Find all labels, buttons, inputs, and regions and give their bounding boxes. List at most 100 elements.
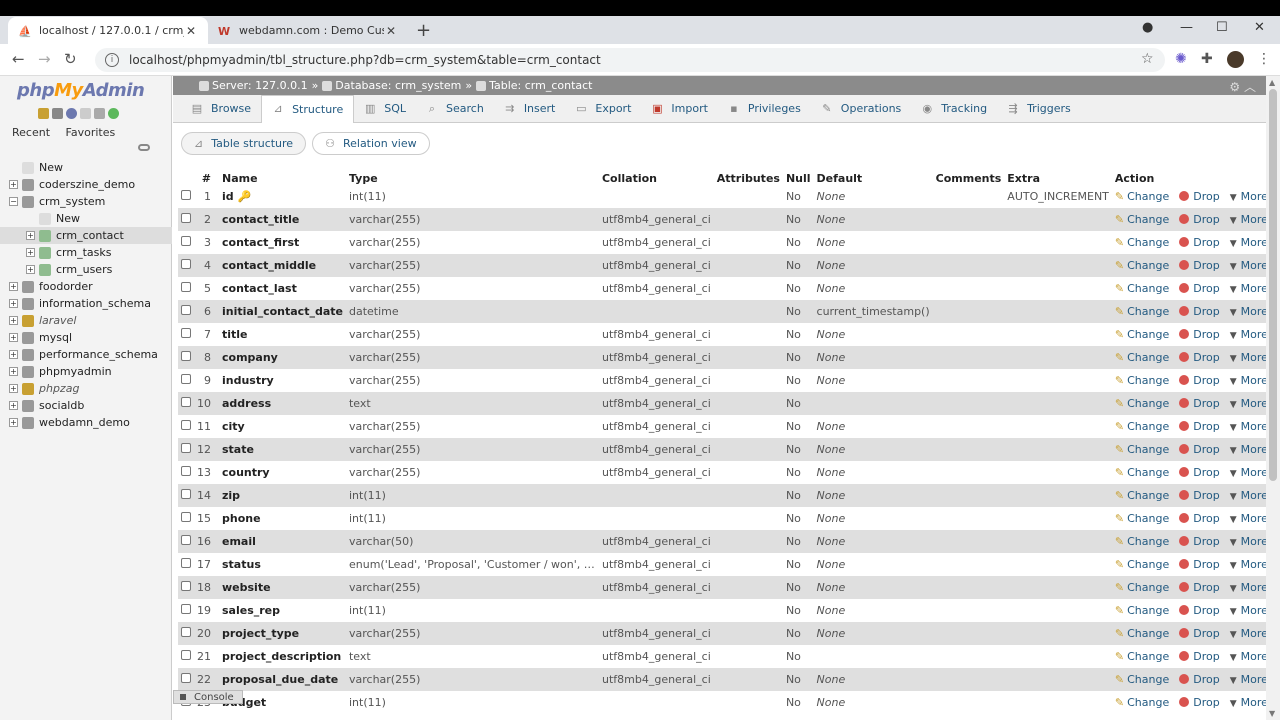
row-checkbox[interactable] <box>181 236 191 246</box>
url-field[interactable]: i localhost/phpmyadmin/tbl_structure.php… <box>95 48 1165 72</box>
more-dropdown[interactable]: ▼ More <box>1230 512 1268 525</box>
drop-link[interactable]: Drop <box>1179 328 1220 341</box>
row-checkbox[interactable] <box>181 466 191 476</box>
tree-item-db[interactable]: + socialdb <box>0 397 172 414</box>
tree-item-db[interactable]: + phpzag <box>0 380 172 397</box>
change-link[interactable]: ✎ Change <box>1115 535 1169 548</box>
tab-import[interactable]: ▣ Import <box>641 95 718 123</box>
link-icon[interactable] <box>138 144 150 151</box>
drop-link[interactable]: Drop <box>1179 558 1220 571</box>
change-link[interactable]: ✎ Change <box>1115 397 1169 410</box>
drop-link[interactable]: Drop <box>1179 673 1220 686</box>
tab-privileges[interactable]: ▪ Privileges <box>718 95 811 123</box>
tree-item-db[interactable]: + performance_schema <box>0 346 172 363</box>
tab-operations[interactable]: ✎ Operations <box>811 95 911 123</box>
tree-item-table-selected[interactable]: + crm_contact <box>0 227 172 244</box>
change-link[interactable]: ✎ Change <box>1115 236 1169 249</box>
drop-link[interactable]: Drop <box>1179 190 1220 203</box>
row-checkbox[interactable] <box>181 213 191 223</box>
more-dropdown[interactable]: ▼ More <box>1230 604 1268 617</box>
row-checkbox[interactable] <box>181 397 191 407</box>
more-dropdown[interactable]: ▼ More <box>1230 374 1268 387</box>
more-dropdown[interactable]: ▼ More <box>1230 466 1268 479</box>
tree-item-db[interactable]: + mysql <box>0 329 172 346</box>
tab-triggers[interactable]: ⇶ Triggers <box>997 95 1081 123</box>
change-link[interactable]: ✎ Change <box>1115 604 1169 617</box>
drop-link[interactable]: Drop <box>1179 259 1220 272</box>
drop-link[interactable]: Drop <box>1179 443 1220 456</box>
row-checkbox[interactable] <box>181 489 191 499</box>
more-dropdown[interactable]: ▼ More <box>1230 420 1268 433</box>
forward-icon[interactable]: → <box>38 50 51 68</box>
drop-link[interactable]: Drop <box>1179 374 1220 387</box>
drop-link[interactable]: Drop <box>1179 512 1220 525</box>
change-link[interactable]: ✎ Change <box>1115 627 1169 640</box>
more-dropdown[interactable]: ▼ More <box>1230 397 1268 410</box>
tree-item-db[interactable]: + webdamn_demo <box>0 414 172 431</box>
change-link[interactable]: ✎ Change <box>1115 466 1169 479</box>
drop-link[interactable]: Drop <box>1179 397 1220 410</box>
row-checkbox[interactable] <box>181 604 191 614</box>
tab-browse[interactable]: ▤ Browse <box>181 95 261 123</box>
row-checkbox[interactable] <box>181 190 191 200</box>
reload-icon[interactable]: ↻ <box>64 50 77 68</box>
drop-link[interactable]: Drop <box>1179 535 1220 548</box>
row-checkbox[interactable] <box>181 627 191 637</box>
row-checkbox[interactable] <box>181 558 191 568</box>
change-link[interactable]: ✎ Change <box>1115 443 1169 456</box>
scroll-up-icon[interactable]: ▲ <box>1269 78 1275 87</box>
expand-icon[interactable]: + <box>26 231 35 240</box>
expand-icon[interactable]: + <box>9 333 18 342</box>
settings-collapse-icons[interactable]: ⚙ ︿ <box>1229 78 1256 95</box>
more-dropdown[interactable]: ▼ More <box>1230 489 1268 502</box>
drop-link[interactable]: Drop <box>1179 351 1220 364</box>
drop-link[interactable]: Drop <box>1179 627 1220 640</box>
row-checkbox[interactable] <box>181 443 191 453</box>
drop-link[interactable]: Drop <box>1179 696 1220 709</box>
row-checkbox[interactable] <box>181 673 191 683</box>
close-tab-icon[interactable]: ✕ <box>184 24 198 38</box>
drop-link[interactable]: Drop <box>1179 236 1220 249</box>
drop-link[interactable]: Drop <box>1179 282 1220 295</box>
tree-item-db[interactable]: + information_schema <box>0 295 172 312</box>
avatar[interactable] <box>1227 51 1244 68</box>
row-checkbox[interactable] <box>181 351 191 361</box>
change-link[interactable]: ✎ Change <box>1115 213 1169 226</box>
tree-item-db[interactable]: + phpmyadmin <box>0 363 172 380</box>
row-checkbox[interactable] <box>181 420 191 430</box>
docs-icon[interactable] <box>80 108 91 119</box>
more-dropdown[interactable]: ▼ More <box>1230 696 1268 709</box>
row-checkbox[interactable] <box>181 650 191 660</box>
change-link[interactable]: ✎ Change <box>1115 650 1169 663</box>
more-dropdown[interactable]: ▼ More <box>1230 190 1268 203</box>
logout-icon[interactable] <box>52 108 63 119</box>
change-link[interactable]: ✎ Change <box>1115 420 1169 433</box>
change-link[interactable]: ✎ Change <box>1115 190 1169 203</box>
change-link[interactable]: ✎ Change <box>1115 673 1169 686</box>
row-checkbox[interactable] <box>181 374 191 384</box>
drop-link[interactable]: Drop <box>1179 213 1220 226</box>
row-checkbox[interactable] <box>181 581 191 591</box>
tab-sql[interactable]: ▥ SQL <box>354 95 416 123</box>
change-link[interactable]: ✎ Change <box>1115 351 1169 364</box>
info-icon[interactable]: i <box>105 53 119 67</box>
change-link[interactable]: ✎ Change <box>1115 305 1169 318</box>
expand-icon[interactable]: + <box>9 384 18 393</box>
tree-item-db[interactable]: + laravel <box>0 312 172 329</box>
drop-link[interactable]: Drop <box>1179 420 1220 433</box>
more-dropdown[interactable]: ▼ More <box>1230 236 1268 249</box>
tab-search[interactable]: ⌕ Search <box>416 95 494 123</box>
tab-insert[interactable]: ⇉ Insert <box>494 95 566 123</box>
new-tab-icon[interactable]: + <box>416 20 431 41</box>
scrollbar-thumb[interactable] <box>1269 89 1277 481</box>
relation-view-tab[interactable]: ⚇ Relation view <box>312 132 430 155</box>
expand-icon[interactable]: + <box>26 248 35 257</box>
more-dropdown[interactable]: ▼ More <box>1230 535 1268 548</box>
breadcrumb-database[interactable]: Database: crm_system <box>335 79 461 92</box>
drop-link[interactable]: Drop <box>1179 604 1220 617</box>
table-structure-tab[interactable]: ⊿ Table structure <box>181 132 307 155</box>
change-link[interactable]: ✎ Change <box>1115 489 1169 502</box>
browser-tab[interactable]: W webdamn.com : Demo Customer ✕ <box>208 17 408 44</box>
tab-export[interactable]: ▭ Export <box>565 95 641 123</box>
profile-dropdown-icon[interactable]: ● <box>1142 20 1153 35</box>
